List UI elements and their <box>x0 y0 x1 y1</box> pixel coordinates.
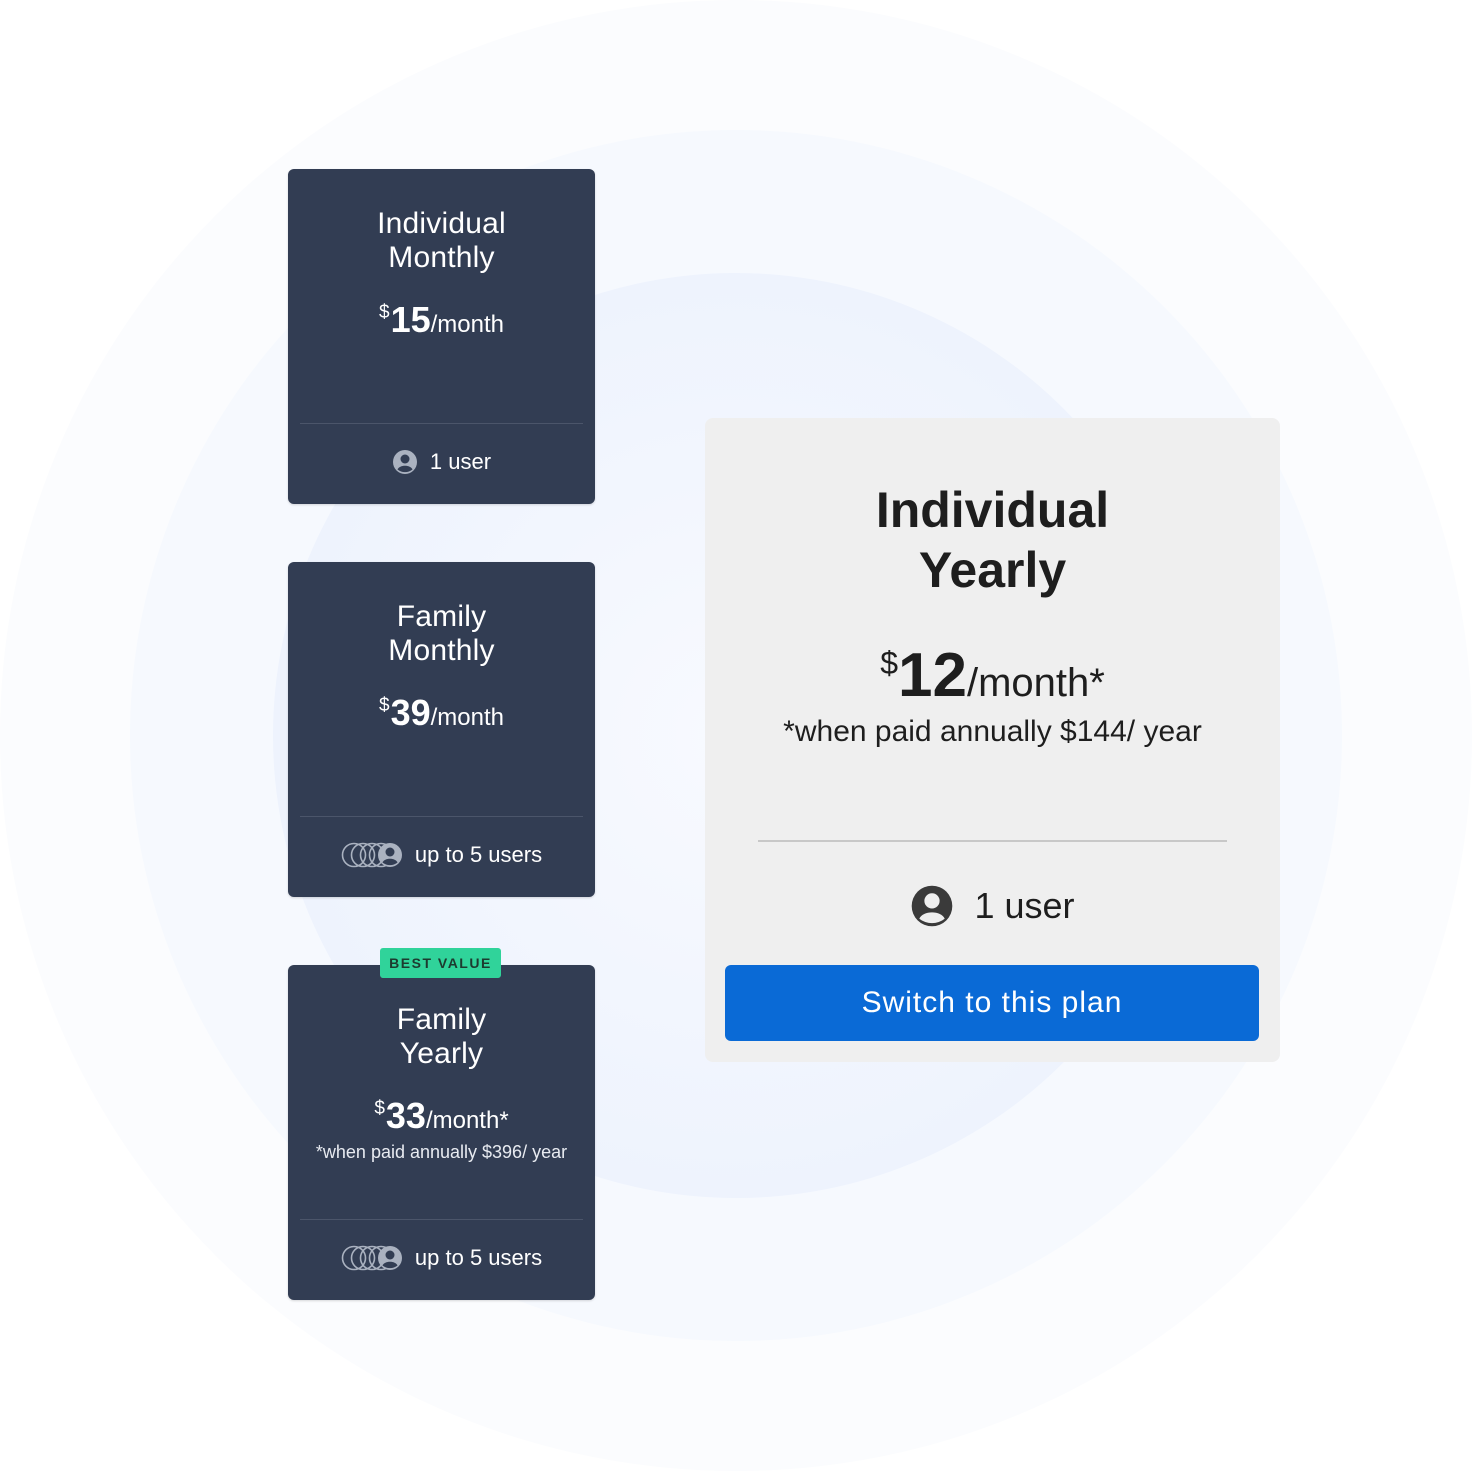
plan-card-individual-monthly[interactable]: Individual Monthly $15/month 1 user <box>288 169 595 504</box>
best-value-badge: BEST VALUE <box>380 948 501 978</box>
plan-divider <box>300 423 583 424</box>
multi-user-icon <box>341 842 402 868</box>
selected-plan-title: Individual Yearly <box>875 482 1110 598</box>
plan-title: Family Monthly <box>388 600 495 667</box>
plan-card-family-yearly[interactable]: Family Yearly $33/month* *when paid annu… <box>288 965 595 1300</box>
switch-plan-button[interactable]: Switch to this plan <box>725 965 1259 1041</box>
selected-plan-panel: Individual Yearly $12/month* *when paid … <box>705 418 1280 1062</box>
plan-divider <box>300 1219 583 1220</box>
plan-price: $33/month* <box>374 1095 509 1136</box>
plan-title: Family Yearly <box>396 1003 487 1070</box>
plan-users: up to 5 users <box>288 1245 595 1271</box>
plan-users: up to 5 users <box>288 842 595 868</box>
selected-plan-note: *when paid annually $144/ year <box>783 715 1202 748</box>
user-icon <box>392 450 417 474</box>
user-icon <box>912 885 953 927</box>
plan-price: $39/month <box>379 692 504 733</box>
selected-plan-price: $12/month* <box>880 641 1105 710</box>
plan-divider <box>300 816 583 817</box>
selected-plan-users: 1 user <box>705 884 1280 928</box>
plan-price: $15/month <box>379 299 504 340</box>
multi-user-icon <box>341 1245 402 1271</box>
plan-card-family-monthly[interactable]: Family Monthly $39/month up to 5 users <box>288 562 595 897</box>
selected-plan-divider <box>758 840 1227 842</box>
plan-note: *when paid annually $396/ year <box>315 1142 568 1162</box>
plan-title: Individual Monthly <box>377 207 506 274</box>
plan-users: 1 user <box>288 449 595 475</box>
